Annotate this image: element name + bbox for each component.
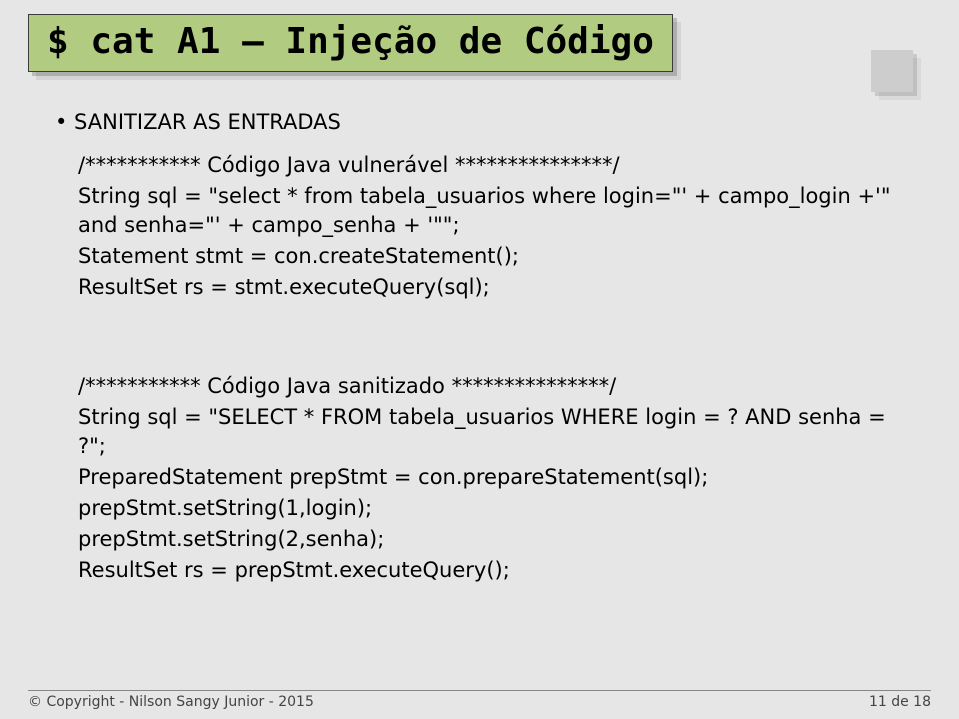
code-san-set1: prepStmt.setString(1,login);: [78, 494, 904, 523]
code-vuln-sql: String sql = "select * from tabela_usuar…: [78, 182, 904, 240]
page-number: 11 de 18: [869, 694, 931, 710]
decor-square: [871, 50, 913, 92]
page-title: $ cat A1 – Injeção de Código: [47, 21, 654, 62]
copyright: © Copyright - Nilson Sangy Junior - 2015: [28, 694, 314, 710]
code-san-prep: PreparedStatement prepStmt = con.prepare…: [78, 463, 904, 492]
footer: © Copyright - Nilson Sangy Junior - 2015…: [28, 690, 931, 710]
bullet-sanitizar: • SANITIZAR AS ENTRADAS: [55, 108, 904, 137]
code-san-rs: ResultSet rs = prepStmt.executeQuery();: [78, 556, 904, 585]
title-box: $ cat A1 – Injeção de Código: [28, 14, 673, 72]
content-area: • SANITIZAR AS ENTRADAS /*********** Cód…: [55, 108, 904, 587]
code-vuln-comment: /*********** Código Java vulnerável ****…: [78, 151, 904, 180]
code-san-sql: String sql = "SELECT * FROM tabela_usuar…: [78, 403, 904, 461]
code-san-set2: prepStmt.setString(2,senha);: [78, 525, 904, 554]
code-vuln-stmt: Statement stmt = con.createStatement();: [78, 242, 904, 271]
code-vuln-rs: ResultSet rs = stmt.executeQuery(sql);: [78, 273, 904, 302]
slide: $ cat A1 – Injeção de Código • SANITIZAR…: [0, 0, 959, 719]
code-san-comment: /*********** Código Java sanitizado ****…: [78, 372, 904, 401]
